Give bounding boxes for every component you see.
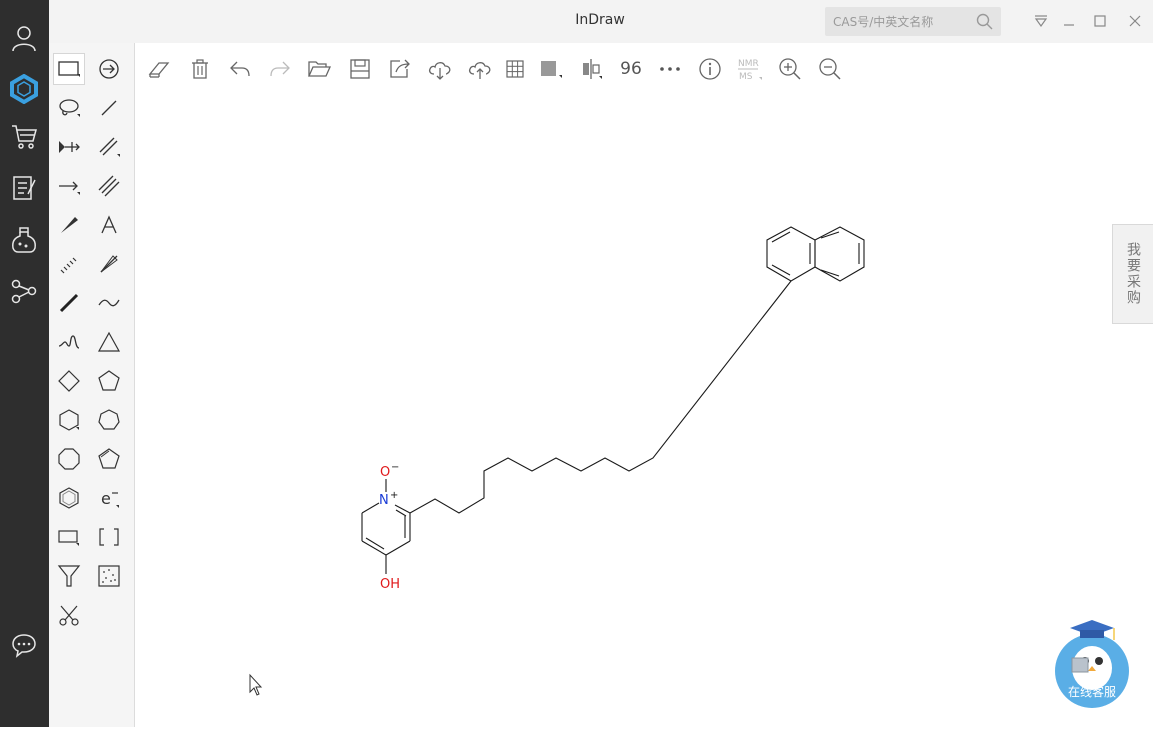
rectangle-tool-icon[interactable]	[54, 522, 84, 552]
shopping-cart-icon[interactable]	[5, 119, 43, 153]
ms-label: MS	[739, 72, 753, 82]
dotted-box-tool-icon[interactable]	[94, 561, 124, 591]
open-folder-icon[interactable]	[304, 54, 334, 84]
squiggle-tool-icon[interactable]	[54, 327, 84, 357]
triple-bond-tool-icon[interactable]	[94, 171, 124, 201]
brackets-tool-icon[interactable]	[94, 522, 124, 552]
zoom-value: 96	[620, 59, 642, 79]
bold-bond-tool-icon[interactable]	[54, 288, 84, 318]
nmr-ms-icon[interactable]: NMR MS	[735, 54, 765, 84]
bond-lines	[361, 226, 865, 574]
benzene-tool-icon[interactable]	[54, 483, 84, 513]
notes-icon[interactable]	[5, 171, 43, 205]
more-icon[interactable]	[655, 54, 685, 84]
zoom-level[interactable]: 96	[614, 54, 648, 84]
indraw-logo-icon[interactable]	[5, 72, 43, 106]
arrow-tool-icon[interactable]	[54, 171, 84, 201]
naphthalene-ring-right	[814, 226, 865, 282]
app-title: InDraw	[575, 12, 625, 28]
redo-icon[interactable]	[265, 54, 295, 84]
purchase-tab[interactable]: 我要采购	[1112, 224, 1153, 324]
save-icon[interactable]	[345, 54, 375, 84]
zoom-out-icon[interactable]	[815, 54, 845, 84]
move-tool-icon[interactable]	[54, 132, 84, 162]
scissors-tool-icon[interactable]	[54, 600, 84, 630]
cloud-download-icon[interactable]	[425, 54, 455, 84]
electron-tool-icon[interactable]: e	[94, 483, 124, 513]
eraser-icon[interactable]	[144, 54, 174, 84]
alkyl-chain	[409, 280, 792, 514]
user-icon[interactable]	[5, 21, 43, 55]
funnel-tool-icon[interactable]	[54, 561, 84, 591]
single-bond-tool-icon[interactable]	[94, 93, 124, 123]
cloud-upload-icon[interactable]	[465, 54, 495, 84]
grid-icon[interactable]	[500, 54, 530, 84]
align-icon[interactable]	[576, 54, 606, 84]
chat-icon[interactable]	[5, 628, 43, 662]
text-tool-icon[interactable]	[94, 210, 124, 240]
dropdown-menu-icon[interactable]	[1028, 8, 1054, 34]
wedge-bond-tool-icon[interactable]	[54, 210, 84, 240]
main-toolbar: 96 NMR MS	[135, 43, 1153, 95]
search-icon[interactable]	[976, 13, 993, 34]
fill-color-icon[interactable]	[535, 54, 565, 84]
molecule-structure[interactable]: O − N + OH	[135, 95, 1153, 727]
heptagon-tool-icon[interactable]	[94, 405, 124, 435]
close-icon[interactable]	[1122, 8, 1148, 34]
export-icon[interactable]	[385, 54, 415, 84]
nitrogen-charge-label: +	[390, 490, 398, 501]
double-bond-tool-icon[interactable]	[94, 132, 124, 162]
diamond-tool-icon[interactable]	[54, 366, 84, 396]
title-bar: InDraw	[49, 0, 1153, 43]
naphthalene-ring-left	[766, 226, 816, 282]
drawing-tool-panel: e	[49, 43, 135, 727]
hashed-wedge-tool-icon[interactable]	[94, 249, 124, 279]
hydroxyl-label: OH	[380, 577, 400, 592]
svg-text:e: e	[101, 489, 111, 508]
hashed-bond-tool-icon[interactable]	[54, 249, 84, 279]
left-navigation-rail	[0, 0, 49, 727]
rotate-tool-icon[interactable]	[94, 54, 124, 84]
zoom-in-icon[interactable]	[775, 54, 805, 84]
minimize-icon[interactable]	[1056, 8, 1082, 34]
search-box[interactable]	[825, 7, 1001, 36]
pentagon-alt-tool-icon[interactable]	[94, 444, 124, 474]
nitrogen-atom-label: N	[379, 493, 389, 508]
rect-select-tool-icon[interactable]	[54, 54, 84, 84]
maximize-icon[interactable]	[1087, 8, 1113, 34]
oxygen-atom-label: O	[380, 465, 390, 480]
online-support-button[interactable]: 在线客服	[1052, 618, 1132, 712]
oxygen-charge-label: −	[391, 462, 399, 473]
network-icon[interactable]	[5, 274, 43, 308]
octagon-tool-icon[interactable]	[54, 444, 84, 474]
undo-icon[interactable]	[225, 54, 255, 84]
nmr-label: NMR	[738, 59, 759, 69]
hexagon-tool-icon[interactable]	[54, 405, 84, 435]
triangle-tool-icon[interactable]	[94, 327, 124, 357]
flask-icon[interactable]	[5, 223, 43, 257]
mouse-cursor-icon	[249, 673, 263, 696]
wavy-bond-tool-icon[interactable]	[94, 288, 124, 318]
info-icon[interactable]	[695, 54, 725, 84]
drawing-canvas[interactable]: O − N + OH	[135, 95, 1153, 727]
online-support-label: 在线客服	[1067, 685, 1116, 699]
search-input[interactable]	[833, 7, 963, 36]
lasso-select-tool-icon[interactable]	[54, 93, 84, 123]
pentagon-tool-icon[interactable]	[94, 366, 124, 396]
trash-icon[interactable]	[185, 54, 215, 84]
